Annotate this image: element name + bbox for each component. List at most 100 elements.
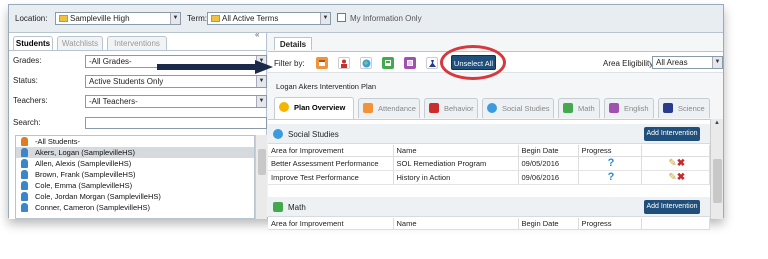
status-filter: Status: Active Students Only ▼: [9, 75, 267, 88]
tab-watchlists[interactable]: Watchlists: [57, 36, 103, 50]
progress-icon[interactable]: ?: [578, 170, 642, 185]
person-icon: [21, 203, 28, 212]
person-icon: [21, 192, 28, 201]
table-row[interactable]: Better Assessment Performance SOL Remedi…: [268, 156, 710, 171]
date-cell: 09/06/2016: [518, 170, 579, 185]
tab-label: Attendance: [378, 104, 416, 113]
tab-plan-overview[interactable]: Plan Overview: [274, 97, 354, 119]
highlight-circle: [440, 45, 506, 80]
folder-icon: [211, 15, 220, 22]
column-header: [641, 145, 710, 157]
scrollbar-thumb[interactable]: [258, 149, 266, 175]
tab-students[interactable]: Students: [13, 36, 53, 50]
column-header: Name: [393, 218, 519, 230]
math-table: Area for Improvement Name Begin Date Pro…: [268, 218, 710, 230]
list-item[interactable]: Allen, Alexis (SamplevilleHS): [16, 158, 254, 169]
chevron-down-icon: ▼: [170, 13, 180, 24]
plan-title: Logan Akers Intervention Plan: [276, 82, 377, 91]
student-name: Brown, Frank (SamplevilleHS): [35, 170, 136, 179]
tab-math[interactable]: Math: [558, 98, 600, 118]
add-intervention-button[interactable]: Add Intervention: [644, 200, 700, 214]
grades-select[interactable]: -All Grades- ▼: [85, 55, 267, 68]
person-icon: [21, 159, 28, 168]
column-header: [641, 218, 710, 230]
tab-attendance[interactable]: Attendance: [358, 98, 420, 118]
tab-science[interactable]: Science: [658, 98, 710, 118]
attendance-icon: [363, 103, 373, 113]
tab-english[interactable]: English: [604, 98, 654, 118]
list-item[interactable]: Akers, Logan (SamplevilleHS): [16, 147, 254, 158]
teachers-select[interactable]: -All Teachers- ▼: [85, 95, 267, 108]
list-item[interactable]: -All Students-: [16, 136, 254, 147]
table-header-row: Area for Improvement Name Begin Date Pro…: [268, 218, 710, 230]
edit-icon[interactable]: ✎: [668, 172, 676, 183]
delete-icon[interactable]: ✖: [677, 158, 685, 169]
group-icon: [21, 137, 28, 146]
row-actions: ✎✖: [641, 156, 710, 171]
location-value: Sampleville High: [70, 14, 130, 23]
table-row[interactable]: Improve Test Performance History in Acti…: [268, 170, 710, 185]
progress-icon[interactable]: ?: [578, 156, 642, 171]
plan-scrollbar[interactable]: ▲: [710, 119, 723, 219]
social-studies-icon: [487, 103, 497, 113]
term-label: Term:: [187, 14, 207, 23]
filter-label: Filter by:: [274, 59, 305, 68]
math-icon: [273, 202, 283, 212]
location-label: Location:: [15, 14, 48, 23]
tab-label: Social Studies: [502, 104, 550, 113]
tab-behavior[interactable]: Behavior: [424, 98, 478, 118]
student-name: Akers, Logan (SamplevilleHS): [35, 148, 136, 157]
area-eligibility-select[interactable]: All Areas ▼: [652, 56, 723, 69]
filter-bar: Filter by: Unselect All Area Eligibility…: [268, 45, 723, 80]
math-filter-icon[interactable]: [382, 57, 394, 69]
term-value: All Active Terms: [222, 14, 279, 23]
tab-label: English: [624, 104, 649, 113]
science-filter-icon[interactable]: [426, 57, 438, 69]
list-item[interactable]: Brown, Frank (SamplevilleHS): [16, 169, 254, 180]
scrollbar-thumb[interactable]: [713, 159, 722, 203]
behavior-filter-icon[interactable]: [338, 57, 350, 69]
social-studies-filter-icon[interactable]: [360, 57, 372, 69]
section-header-math: Math Add Intervention: [268, 197, 710, 217]
collapse-panel-icon[interactable]: «: [255, 30, 259, 39]
column-header: Progress: [578, 145, 642, 157]
my-info-checkbox[interactable]: [337, 13, 346, 22]
tab-details[interactable]: Details: [274, 37, 312, 50]
attendance-filter-icon[interactable]: [316, 57, 328, 69]
english-icon: [609, 103, 619, 113]
row-actions: ✎✖: [641, 170, 710, 185]
tab-social-studies[interactable]: Social Studies: [482, 98, 554, 118]
chevron-down-icon: ▼: [256, 56, 266, 67]
location-select[interactable]: Sampleville High ▼: [55, 12, 181, 25]
status-label: Status:: [13, 76, 38, 85]
column-header: Name: [393, 145, 519, 157]
social-studies-table: Area for Improvement Name Begin Date Pro…: [268, 145, 710, 185]
student-name: Conner, Cameron (SamplevilleHS): [35, 203, 151, 212]
social-studies-icon: [273, 129, 283, 139]
plan-content: Social Studies Add Intervention Area for…: [268, 119, 710, 230]
tab-label: Plan Overview: [294, 103, 346, 112]
left-panel: « Students Watchlists Interventions Grad…: [9, 30, 267, 219]
list-item[interactable]: Conner, Cameron (SamplevilleHS): [16, 202, 254, 213]
search-input[interactable]: [85, 117, 267, 129]
grades-label: Grades:: [13, 56, 42, 65]
scroll-up-icon[interactable]: ▲: [714, 120, 720, 126]
name-cell: SOL Remediation Program: [393, 156, 519, 171]
behavior-icon: [429, 103, 439, 113]
status-select[interactable]: Active Students Only ▼: [85, 75, 267, 88]
list-item[interactable]: Cole, Emma (SamplevilleHS): [16, 180, 254, 191]
term-select[interactable]: All Active Terms ▼: [207, 12, 331, 25]
grades-value: -All Grades-: [89, 57, 132, 66]
delete-icon[interactable]: ✖: [677, 172, 685, 183]
chevron-down-icon: ▼: [320, 13, 330, 24]
chevron-down-icon: ▼: [256, 96, 266, 107]
chevron-down-icon: ▼: [256, 76, 266, 87]
list-item[interactable]: Cole, Jordan Morgan (SamplevilleHS): [16, 191, 254, 202]
area-eligibility-label: Area Eligibility:: [603, 59, 656, 68]
edit-icon[interactable]: ✎: [668, 158, 676, 169]
student-list-scrollbar[interactable]: [255, 135, 267, 219]
teachers-filter: Teachers: -All Teachers- ▼: [9, 95, 267, 108]
tab-interventions[interactable]: Interventions: [107, 36, 167, 50]
english-filter-icon[interactable]: [404, 57, 416, 69]
add-intervention-button[interactable]: Add Intervention: [644, 127, 700, 141]
